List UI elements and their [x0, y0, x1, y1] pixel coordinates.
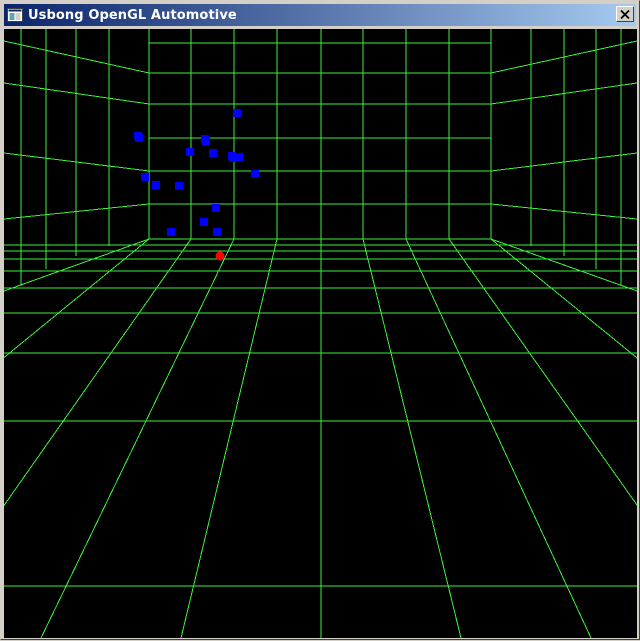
blue-marker — [213, 228, 221, 236]
window-app-icon — [7, 8, 23, 22]
blue-marker — [152, 181, 160, 189]
markers — [134, 109, 259, 261]
close-icon — [620, 9, 630, 19]
3d-scene — [4, 29, 637, 638]
titlebar[interactable]: Usbong OpenGL Automotive — [4, 4, 636, 26]
floor-lateral-line — [448, 238, 637, 506]
floor-lateral-line — [4, 238, 150, 359]
blue-marker — [233, 109, 241, 117]
floor-lateral-line — [4, 238, 192, 507]
blue-marker — [202, 137, 210, 145]
blue-marker — [175, 182, 183, 190]
blue-marker — [186, 148, 194, 156]
application-window: Usbong OpenGL Automotive — [0, 0, 640, 640]
opengl-viewport[interactable] — [4, 29, 637, 638]
close-button[interactable] — [616, 6, 634, 22]
grid-lines — [4, 29, 637, 638]
floor-lateral-line — [490, 238, 637, 359]
floor-lateral-line — [40, 238, 235, 638]
blue-marker — [212, 204, 220, 212]
blue-marker — [141, 173, 149, 181]
floor-lateral-line — [405, 238, 592, 638]
blue-marker — [135, 134, 143, 142]
blue-marker — [200, 218, 208, 226]
blue-marker — [229, 154, 237, 162]
floor-lateral-line — [180, 238, 278, 638]
blue-marker — [251, 170, 259, 178]
floor-lateral-line — [362, 238, 462, 638]
red-marker — [215, 251, 225, 261]
window-title: Usbong OpenGL Automotive — [28, 7, 237, 23]
blue-marker — [167, 228, 175, 236]
blue-marker — [209, 149, 217, 157]
